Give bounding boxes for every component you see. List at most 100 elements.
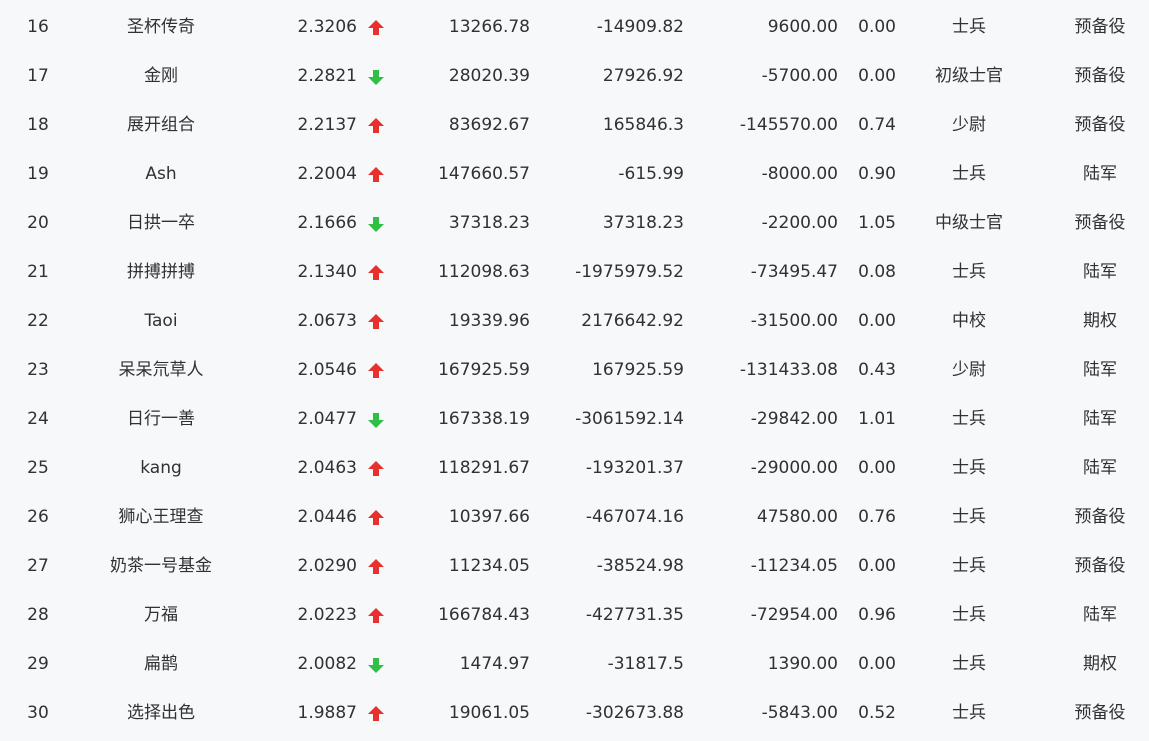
title-cell: 中级士官 — [935, 213, 1003, 233]
value-3-cell: -131433.08 — [739, 360, 838, 380]
value-1-cell: 1474.97 — [459, 654, 530, 674]
score-cell: 2.1340 — [297, 262, 357, 282]
score-cell: 2.2004 — [297, 164, 357, 184]
category-cell: 陆军 — [1083, 409, 1117, 429]
table-row[interactable]: 20 日拱一卒 2.1666 37318.23 37318.23 -2200.00 1.05… — [0, 199, 1149, 248]
value-1-cell: 11234.05 — [448, 556, 530, 576]
name-cell: kang — [140, 458, 182, 478]
arrow-up-icon — [368, 510, 384, 526]
arrow-up-icon — [368, 608, 384, 624]
name-cell: 拼搏拼搏 — [127, 262, 195, 282]
value-3-cell: -72954.00 — [750, 605, 838, 625]
table-row[interactable]: 25 kang 2.0463 118291.67 -193201.37 -29000.00… — [0, 444, 1149, 493]
value-2-cell: 165846.3 — [602, 115, 684, 135]
table-row[interactable]: 18 展开组合 2.2137 83692.67 165846.3 -145570.00 0.… — [0, 101, 1149, 150]
score-cell: 2.0463 — [297, 458, 357, 478]
value-3-cell: -11234.05 — [750, 556, 838, 576]
arrow-down-icon — [368, 657, 384, 673]
value-1-cell: 10397.66 — [448, 507, 530, 527]
table-row[interactable]: 28 万福 2.0223 166784.43 -427731.35 -72954.00 0.… — [0, 591, 1149, 640]
value-1-cell: 19339.96 — [448, 311, 530, 331]
rank-cell: 21 — [27, 262, 49, 282]
rank-cell: 29 — [27, 654, 49, 674]
rank-cell: 18 — [27, 115, 49, 135]
value-2-cell: 167925.59 — [592, 360, 684, 380]
value-4-cell: 0.00 — [858, 556, 896, 576]
rank-cell: 28 — [27, 605, 49, 625]
rank-cell: 26 — [27, 507, 49, 527]
rank-cell: 22 — [27, 311, 49, 331]
value-4-cell: 1.05 — [858, 213, 896, 233]
table-row[interactable]: 21 拼搏拼搏 2.1340 112098.63 -1975979.52 -73495.4… — [0, 248, 1149, 297]
value-1-cell: 166784.43 — [438, 605, 530, 625]
title-cell: 士兵 — [952, 458, 986, 478]
value-3-cell: -2200.00 — [761, 213, 838, 233]
title-cell: 中校 — [952, 311, 986, 331]
category-cell: 陆军 — [1083, 262, 1117, 282]
table-row[interactable]: 29 扁鹊 2.0082 1474.97 -31817.5 1390.00 0.00 士兵 期权 — [0, 640, 1149, 689]
value-4-cell: 0.90 — [858, 164, 896, 184]
value-1-cell: 167338.19 — [438, 409, 530, 429]
title-cell: 士兵 — [952, 409, 986, 429]
value-3-cell: 9600.00 — [767, 17, 838, 37]
category-cell: 预备役 — [1074, 556, 1126, 576]
value-2-cell: -14909.82 — [596, 17, 684, 37]
rank-cell: 24 — [27, 409, 49, 429]
trend-cell — [366, 150, 386, 199]
title-cell: 少尉 — [952, 115, 986, 135]
value-2-cell: -1975979.52 — [575, 262, 684, 282]
score-cell: 2.1666 — [297, 213, 357, 233]
value-3-cell: -145570.00 — [739, 115, 838, 135]
name-cell: 呆呆氘草人 — [118, 360, 204, 380]
table-row[interactable]: 24 日行一善 2.0477 167338.19 -3061592.14 -29842.0… — [0, 395, 1149, 444]
value-2-cell: -302673.88 — [585, 703, 684, 723]
table-row[interactable]: 16 圣杯传奇 2.3206 13266.78 -14909.82 9600.00 0.00… — [0, 3, 1149, 52]
table-row[interactable]: 19 Ash 2.2004 147660.57 -615.99 -8000.00 0.90 士… — [0, 150, 1149, 199]
arrow-up-icon — [368, 706, 384, 722]
table-row[interactable]: 22 Taoi 2.0673 19339.96 2176642.92 -31500.00 0… — [0, 297, 1149, 346]
title-cell: 士兵 — [952, 703, 986, 723]
value-1-cell: 83692.67 — [448, 115, 530, 135]
value-2-cell: -427731.35 — [585, 605, 684, 625]
arrow-down-icon — [368, 412, 384, 428]
table-row[interactable]: 23 呆呆氘草人 2.0546 167925.59 167925.59 -131433.0… — [0, 346, 1149, 395]
rank-cell: 30 — [27, 703, 49, 723]
category-cell: 陆军 — [1083, 605, 1117, 625]
arrow-up-icon — [368, 20, 384, 36]
title-cell: 士兵 — [952, 654, 986, 674]
value-3-cell: -29842.00 — [750, 409, 838, 429]
trend-cell — [366, 199, 386, 248]
score-cell: 2.0446 — [297, 507, 357, 527]
category-cell: 陆军 — [1083, 164, 1117, 184]
leaderboard-table: 16 圣杯传奇 2.3206 13266.78 -14909.82 9600.00 0.00… — [0, 0, 1149, 741]
value-4-cell: 0.00 — [858, 654, 896, 674]
value-3-cell: -5700.00 — [761, 66, 838, 86]
title-cell: 少尉 — [952, 360, 986, 380]
value-1-cell: 13266.78 — [448, 17, 530, 37]
table-row[interactable]: 17 金刚 2.2821 28020.39 27926.92 -5700.00 0.00 初级… — [0, 52, 1149, 101]
score-cell: 2.3206 — [297, 17, 357, 37]
score-cell: 2.0082 — [297, 654, 357, 674]
category-cell: 预备役 — [1074, 66, 1126, 86]
category-cell: 预备役 — [1074, 17, 1126, 37]
value-2-cell: 37318.23 — [602, 213, 684, 233]
name-cell: 奶茶一号基金 — [110, 556, 212, 576]
table-row[interactable]: 26 狮心王理查 2.0446 10397.66 -467074.16 47580.00 0… — [0, 493, 1149, 542]
value-1-cell: 147660.57 — [438, 164, 530, 184]
table-row[interactable]: 27 奶茶一号基金 2.0290 11234.05 -38524.98 -11234.05… — [0, 542, 1149, 591]
value-1-cell: 37318.23 — [448, 213, 530, 233]
value-3-cell: -73495.47 — [750, 262, 838, 282]
arrow-up-icon — [368, 461, 384, 477]
category-cell: 预备役 — [1074, 213, 1126, 233]
value-3-cell: 47580.00 — [756, 507, 838, 527]
rank-cell: 23 — [27, 360, 49, 380]
value-3-cell: -5843.00 — [761, 703, 838, 723]
arrow-up-icon — [368, 118, 384, 134]
category-cell: 预备役 — [1074, 115, 1126, 135]
arrow-up-icon — [368, 314, 384, 330]
rank-cell: 27 — [27, 556, 49, 576]
score-cell: 2.0546 — [297, 360, 357, 380]
category-cell: 陆军 — [1083, 458, 1117, 478]
arrow-down-icon — [368, 216, 384, 232]
table-row[interactable]: 30 选择出色 1.9887 19061.05 -302673.88 -5843.00 0.… — [0, 689, 1149, 738]
